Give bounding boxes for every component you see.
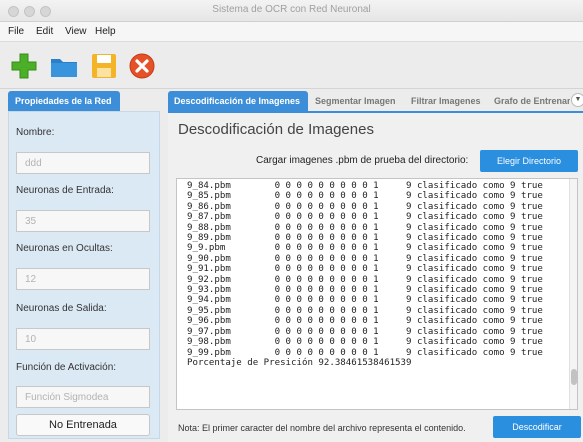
results-line: Porcentaje de Presición 92.3846153846153… [187,357,412,368]
output-neurons-label: Neuronas de Salida: [16,303,107,314]
title-bar: Sistema de OCR con Red Neuronal [0,0,583,22]
menu-bar: File Edit View Help [0,22,583,42]
results-line: 9_97.pbm 0 0 0 0 0 0 0 0 0 1 9 clasifica… [187,326,543,337]
toolbar [0,43,583,89]
menu-help[interactable]: Help [95,26,116,37]
output-neurons-field[interactable]: 10 [16,328,150,350]
filename-note: Nota: El primer caracter del nombre del … [178,423,466,433]
results-line: 9_95.pbm 0 0 0 0 0 0 0 0 0 1 9 clasifica… [187,305,543,316]
tab-filter-images[interactable]: Filtrar Imagenes [405,91,492,111]
save-icon[interactable] [89,51,119,81]
name-label: Nombre: [16,127,55,138]
tab-training-graph[interactable]: Grafo de Entrenam [488,91,570,111]
results-scrollbar[interactable] [569,179,577,409]
results-lines: 9_84.pbm 0 0 0 0 0 0 0 0 0 1 9 clasifica… [187,181,543,368]
choose-directory-button[interactable]: Elegir Directorio [480,150,578,172]
results-line: 9_93.pbm 0 0 0 0 0 0 0 0 0 1 9 clasifica… [187,285,543,296]
load-directory-label: Cargar imagenes .pbm de prueba del direc… [256,155,469,166]
menu-view[interactable]: View [65,26,87,37]
results-line: 9_90.pbm 0 0 0 0 0 0 0 0 0 1 9 clasifica… [187,253,543,264]
results-line: 9_99.pbm 0 0 0 0 0 0 0 0 0 1 9 clasifica… [187,347,543,358]
activation-function-field[interactable]: Función Sigmodea [16,386,150,408]
results-line: 9_86.pbm 0 0 0 0 0 0 0 0 0 1 9 clasifica… [187,201,543,212]
training-status-button[interactable]: No Entrenada [16,414,150,436]
results-line: 9_84.pbm 0 0 0 0 0 0 0 0 0 1 9 clasifica… [187,181,543,191]
hidden-neurons-label: Neuronas en Ocultas: [16,243,113,254]
hidden-neurons-field[interactable]: 12 [16,268,150,290]
results-line: 9_87.pbm 0 0 0 0 0 0 0 0 0 1 9 clasifica… [187,212,543,223]
results-line: 9_88.pbm 0 0 0 0 0 0 0 0 0 1 9 clasifica… [187,222,543,233]
network-properties-tab[interactable]: Propiedades de la Red [8,91,120,111]
activation-function-label: Función de Activación: [16,362,117,373]
results-line: 9_94.pbm 0 0 0 0 0 0 0 0 0 1 9 clasifica… [187,295,543,306]
results-line: 9_91.pbm 0 0 0 0 0 0 0 0 0 1 9 clasifica… [187,264,543,275]
input-neurons-label: Neuronas de Entrada: [16,185,114,196]
name-field[interactable]: ddd [16,152,150,174]
results-line: 9_92.pbm 0 0 0 0 0 0 0 0 0 1 9 clasifica… [187,274,543,285]
results-line: 9_98.pbm 0 0 0 0 0 0 0 0 0 1 9 clasifica… [187,337,543,348]
add-icon[interactable] [9,51,39,81]
tabs-overflow-icon[interactable]: ▼ [571,93,583,107]
results-textarea[interactable]: 9_84.pbm 0 0 0 0 0 0 0 0 0 1 9 clasifica… [176,178,578,410]
results-scroll-thumb[interactable] [571,369,577,385]
folder-icon[interactable] [49,51,79,81]
menu-file[interactable]: File [8,26,24,37]
tab-decode-images[interactable]: Descodificación de Imagenes [168,91,308,111]
menu-edit[interactable]: Edit [36,26,53,37]
decode-button[interactable]: Descodificar [493,416,581,438]
tab-segment-image[interactable]: Segmentar Imagen [309,91,407,111]
results-line: 9_89.pbm 0 0 0 0 0 0 0 0 0 1 9 clasifica… [187,233,543,244]
results-line: 9_85.pbm 0 0 0 0 0 0 0 0 0 1 9 clasifica… [187,191,543,202]
close-icon[interactable] [127,51,157,81]
window-title: Sistema de OCR con Red Neuronal [212,4,371,15]
results-line: 9_9.pbm 0 0 0 0 0 0 0 0 0 1 9 clasificad… [187,243,543,254]
page-title: Descodificación de Imagenes [178,121,374,138]
input-neurons-field[interactable]: 35 [16,210,150,232]
results-line: 9_96.pbm 0 0 0 0 0 0 0 0 0 1 9 clasifica… [187,316,543,327]
